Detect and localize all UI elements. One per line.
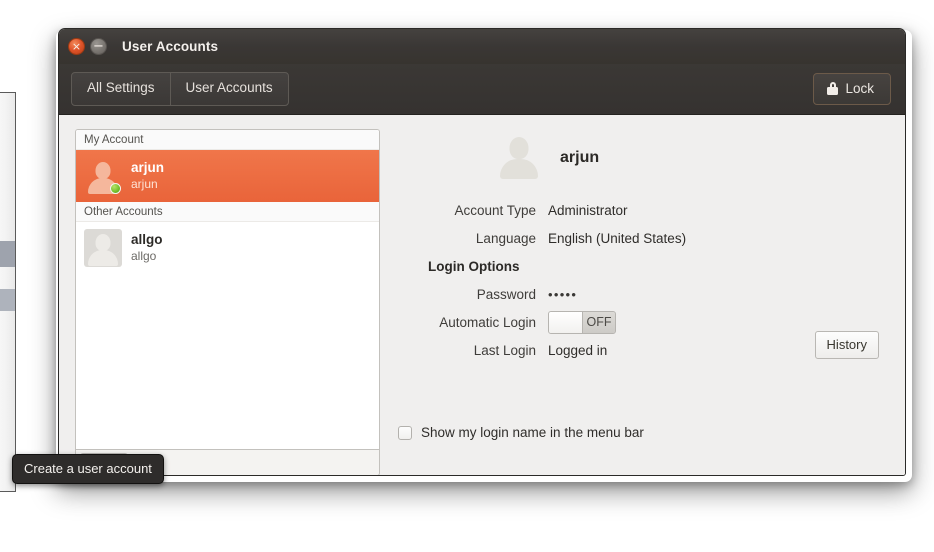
- group-header-my-account: My Account: [76, 130, 379, 150]
- last-login-label: Last Login: [473, 342, 536, 358]
- minimize-button[interactable]: −: [90, 38, 107, 55]
- account-display-name: allgo: [131, 232, 163, 248]
- avatar-large[interactable]: [496, 135, 542, 181]
- background-window-strip: [0, 289, 15, 311]
- account-username: arjun: [131, 177, 158, 192]
- language-value[interactable]: English (United States): [548, 231, 686, 246]
- last-login-value: Logged in: [548, 342, 608, 358]
- toggle-state-label: OFF: [583, 311, 615, 333]
- automatic-login-label: Automatic Login: [439, 314, 536, 330]
- minimize-icon: −: [93, 38, 104, 54]
- window-title: User Accounts: [122, 39, 219, 54]
- language-label: Language: [475, 230, 536, 246]
- account-list[interactable]: My Account arjun arjun Other Accounts al…: [75, 129, 380, 449]
- show-login-name-label: Show my login name in the menu bar: [421, 425, 644, 440]
- lock-button[interactable]: Lock: [813, 73, 891, 105]
- toggle-knob: [549, 311, 583, 333]
- list-item-arjun[interactable]: arjun arjun: [76, 150, 379, 202]
- row-account-type: Account Type Administrator: [398, 197, 889, 223]
- lock-button-label: Lock: [845, 81, 874, 96]
- account-display-name: arjun: [131, 160, 165, 176]
- list-item-allgo[interactable]: allgo allgo: [76, 222, 379, 274]
- group-header-other-accounts: Other Accounts: [76, 202, 379, 222]
- background-window-strip: [0, 241, 15, 267]
- row-password: Password •••••: [398, 281, 889, 307]
- online-status-icon: [110, 183, 121, 194]
- account-details-pane: arjun Account Type Administrator Languag…: [380, 129, 889, 475]
- account-type-value[interactable]: Administrator: [548, 203, 628, 218]
- tab-all-settings[interactable]: All Settings: [72, 73, 170, 105]
- toolbar: All Settings User Accounts Lock: [59, 64, 905, 115]
- account-text: arjun arjun: [131, 160, 164, 192]
- lock-icon: [827, 82, 839, 95]
- login-options-heading: Login Options: [428, 258, 520, 274]
- tooltip: Create a user account: [12, 454, 164, 484]
- avatar: [84, 157, 122, 195]
- password-label: Password: [476, 286, 536, 302]
- close-button[interactable]: ×: [68, 38, 85, 55]
- avatar: [84, 229, 122, 267]
- tab-user-accounts[interactable]: User Accounts: [169, 73, 288, 105]
- account-list-column: My Account arjun arjun Other Accounts al…: [75, 129, 380, 475]
- account-type-label: Account Type: [454, 202, 536, 218]
- title-bar: × − User Accounts: [59, 29, 905, 64]
- account-title: arjun: [560, 149, 600, 166]
- account-username: allgo: [131, 249, 157, 264]
- row-language: Language English (United States): [398, 225, 889, 251]
- show-login-name-checkbox[interactable]: [398, 425, 412, 440]
- tooltip-text: Create a user account: [24, 461, 152, 476]
- window-body: My Account arjun arjun Other Accounts al…: [59, 115, 905, 475]
- password-value[interactable]: •••••: [548, 287, 577, 302]
- user-accounts-window: × − User Accounts All Settings User Acco…: [58, 28, 906, 476]
- history-button[interactable]: History: [814, 331, 879, 359]
- automatic-login-toggle[interactable]: OFF: [548, 310, 616, 334]
- show-login-name-option[interactable]: Show my login name in the menu bar: [398, 425, 644, 440]
- background-window: [0, 92, 16, 492]
- navigation-tabs: All Settings User Accounts: [71, 72, 289, 106]
- close-icon: ×: [71, 40, 82, 53]
- row-login-options: Login Options: [398, 253, 889, 279]
- account-header: arjun: [398, 135, 889, 181]
- account-text: allgo allgo: [131, 232, 163, 264]
